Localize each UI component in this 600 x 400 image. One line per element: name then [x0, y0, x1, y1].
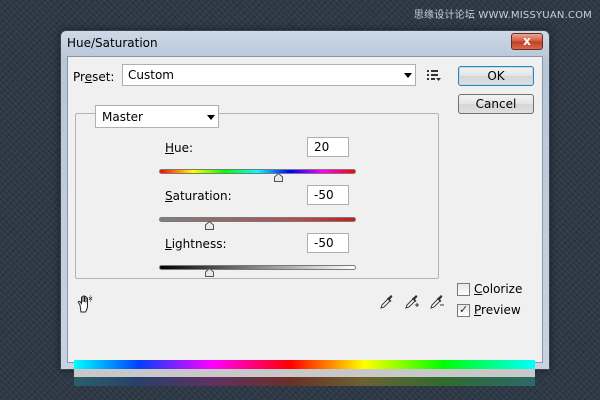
colorize-checkbox[interactable]: [457, 283, 470, 296]
preset-label-accel: e: [84, 70, 93, 84]
saturation-label: Saturation:: [165, 189, 232, 203]
chevron-down-icon: [404, 73, 412, 78]
hue-slider-track[interactable]: [159, 169, 356, 174]
lightness-value-field[interactable]: -50: [307, 233, 349, 253]
channel-dropdown[interactable]: Master: [95, 105, 219, 128]
cancel-button[interactable]: Cancel: [458, 94, 534, 114]
hue-value-field[interactable]: 20: [307, 137, 349, 157]
saturation-label-accel: S: [165, 189, 173, 203]
lightness-label-rest: ightness:: [171, 237, 227, 251]
preset-label-suffix: set:: [92, 70, 115, 84]
on-image-adjustment-hand-icon[interactable]: [75, 294, 95, 314]
preview-label[interactable]: Preview: [474, 303, 521, 317]
output-color-bar: [74, 377, 535, 386]
channel-value: Master: [102, 110, 143, 124]
chevron-down-icon: [207, 115, 215, 120]
saturation-slider-track[interactable]: [159, 217, 356, 222]
input-color-bar: [74, 360, 535, 369]
preview-checkbox[interactable]: ✓: [457, 303, 470, 317]
title-bar[interactable]: Hue/Saturation x: [61, 31, 549, 55]
lightness-slider-thumb[interactable]: [205, 268, 214, 277]
preset-label-prefix: Pr: [73, 70, 85, 84]
colorize-label-rest: olorize: [482, 282, 523, 296]
hue-label-accel: H: [165, 141, 175, 155]
preset-dropdown[interactable]: Custom: [122, 64, 416, 86]
colorize-label[interactable]: Colorize: [474, 282, 522, 296]
dialog-body: Preset: Custom OK Cancel Master Hue: 20 …: [67, 56, 543, 386]
close-button[interactable]: x: [511, 33, 543, 50]
lightness-slider-track[interactable]: [159, 265, 356, 270]
hue-label: Hue:: [165, 141, 193, 155]
checkmark-icon: ✓: [459, 303, 469, 316]
adjustment-group: [75, 113, 439, 279]
ok-button[interactable]: OK: [458, 66, 534, 86]
preview-label-accel: P: [474, 303, 482, 317]
preset-options-icon[interactable]: [426, 68, 442, 82]
lightness-label-accel: L: [165, 237, 172, 251]
hue-label-rest: ue:: [174, 141, 194, 155]
saturation-slider-thumb[interactable]: [205, 221, 214, 230]
eyedropper-plus-icon[interactable]: [404, 294, 420, 310]
window-title: Hue/Saturation: [67, 36, 158, 50]
preset-value: Custom: [128, 68, 174, 82]
saturation-value-field[interactable]: -50: [307, 185, 349, 205]
eyedropper-minus-icon[interactable]: [429, 294, 445, 310]
hue-slider-thumb[interactable]: [274, 173, 283, 182]
watermark-text: 思缘设计论坛 WWW.MISSYUAN.COM: [413, 10, 592, 21]
color-range-bar[interactable]: [74, 369, 535, 377]
hue-saturation-dialog: Hue/Saturation x Preset: Custom OK Cance…: [60, 30, 550, 386]
saturation-label-rest: aturation:: [172, 189, 232, 203]
preview-label-rest: review: [481, 303, 521, 317]
eyedropper-icon[interactable]: [379, 294, 395, 310]
preset-label: Preset:: [73, 70, 114, 84]
lightness-label: Lightness:: [165, 237, 226, 251]
